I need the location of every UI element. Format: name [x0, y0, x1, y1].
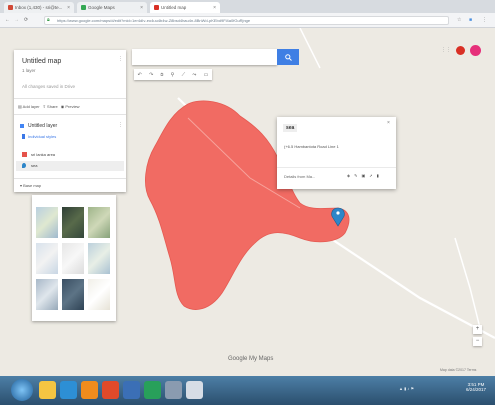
layer-name[interactable]: Untitled layer — [28, 123, 57, 129]
gmail-icon — [8, 5, 13, 10]
divider — [14, 98, 126, 99]
tab-label: Inbox (1,430) - sri@te... — [15, 5, 63, 10]
undo-icon[interactable]: ↶ — [138, 72, 142, 78]
close-icon[interactable]: × — [387, 120, 390, 126]
individual-styles-link[interactable]: Individual styles — [28, 134, 56, 139]
feature-coordinates: (+6.5 Hambantota Road Line 1 — [284, 144, 339, 149]
map-watermark: Google My Maps — [228, 356, 274, 362]
browser-tab-bar — [0, 0, 495, 13]
map-toolbar: ↶ ↷ ✋︎ ⚲ ⟋ ⤳ ▭ — [134, 69, 212, 80]
draw-line-icon[interactable]: ⟋ — [182, 72, 186, 78]
close-icon[interactable]: × — [213, 5, 216, 11]
more-options-icon[interactable]: ⋮ — [118, 56, 123, 62]
tab-label: Google Maps — [88, 5, 115, 10]
reload-icon[interactable]: ⟳ — [24, 17, 28, 23]
map-side-panel: Untitled map 1 layer All changes saved i… — [14, 50, 126, 192]
clock-date: 6/24/2017 — [465, 387, 487, 392]
browser-tab-inbox[interactable]: Inbox (1,430) - sri@te... × — [4, 2, 74, 13]
measure-icon[interactable]: ▭ — [204, 72, 209, 78]
paint-icon[interactable] — [186, 381, 203, 399]
add-marker-icon[interactable]: ⚲ — [171, 72, 175, 78]
internet-explorer-icon[interactable] — [60, 381, 77, 399]
polygon-item-icon — [22, 152, 27, 157]
browser-tab-google-maps[interactable]: Google Maps × — [77, 2, 147, 13]
divider — [277, 167, 396, 168]
base-map-thumb-whitewater[interactable] — [88, 279, 110, 310]
tab-label: Untitled map — [161, 5, 187, 10]
directions-icon[interactable]: ⤳ — [192, 72, 196, 78]
feature-title[interactable]: sea — [283, 124, 298, 132]
feature-info-popup: sea × (+6.5 Hambantota Road Line 1 Detai… — [277, 117, 396, 189]
layer-item[interactable]: sri lanka area — [31, 152, 55, 157]
url-field[interactable]: https://www.google.com/maps/d/edit?mid=1… — [44, 16, 449, 25]
base-map-thumb-satellite[interactable] — [62, 207, 84, 238]
base-map-thumb-light-political[interactable] — [36, 243, 58, 274]
details-link[interactable]: Details from Ma... — [284, 174, 315, 179]
word-icon[interactable] — [123, 381, 140, 399]
system-tray-icons[interactable]: ▲ ▮ ♪ ⚑ — [399, 386, 414, 391]
base-map-thumb-mono-city[interactable] — [62, 243, 84, 274]
base-map-thumb-dark-landmass[interactable] — [62, 279, 84, 310]
layer-options-icon[interactable]: ⋮ — [118, 122, 123, 128]
search-button[interactable] — [277, 49, 299, 65]
base-map-picker — [32, 195, 116, 321]
forward-icon[interactable]: → — [14, 17, 19, 23]
hand-pan-icon[interactable]: ✋︎ — [161, 72, 164, 78]
close-icon[interactable]: × — [140, 5, 143, 11]
edit-pencil-icon[interactable]: ✎ — [354, 173, 357, 178]
base-map-thumb-simple-atlas[interactable] — [88, 243, 110, 274]
zoom-out-button[interactable]: − — [473, 337, 482, 346]
panel-actions: ▤ Add layer ⇪ Share ◉ Preview — [18, 104, 80, 109]
start-button[interactable] — [11, 379, 33, 401]
star-icon[interactable]: ☆ — [457, 17, 461, 23]
back-icon[interactable]: ← — [5, 17, 10, 23]
road — [299, 28, 321, 69]
add-layer-button[interactable]: ▤ Add layer — [18, 104, 40, 109]
layer-checkbox[interactable] — [20, 124, 24, 128]
map-search-input[interactable] — [132, 49, 277, 65]
my-maps-icon — [154, 5, 159, 10]
map-title[interactable]: Untitled map — [22, 58, 61, 65]
style-icon — [22, 134, 25, 139]
layer-count: 1 layer — [22, 68, 36, 73]
redo-icon[interactable]: ↷ — [149, 72, 153, 78]
divider — [14, 114, 126, 115]
popup-actions: ◈ ✎ ▣ ➚ ▮ — [347, 173, 379, 178]
directions-icon[interactable]: ➚ — [369, 173, 372, 178]
close-icon[interactable]: × — [67, 5, 70, 11]
map-footer: Map data ©2017 Terms — [440, 368, 477, 372]
base-map-toggle[interactable]: ▾ Base map — [20, 183, 41, 188]
divider — [14, 178, 126, 179]
camera-icon[interactable]: ▣ — [361, 173, 365, 178]
file-explorer-icon[interactable] — [39, 381, 56, 399]
zoom-in-button[interactable]: + — [473, 325, 482, 334]
base-map-thumb-map[interactable] — [36, 207, 58, 238]
preview-button[interactable]: ◉ Preview — [61, 104, 80, 109]
style-paint-icon[interactable]: ◈ — [347, 173, 350, 178]
layer-item[interactable]: sea — [31, 163, 37, 168]
media-player-icon[interactable] — [81, 381, 98, 399]
base-map-thumb-terrain[interactable] — [88, 207, 110, 238]
save-status: All changes saved in Drive — [22, 84, 76, 89]
grid-apps-icon[interactable]: ⋮⋮ — [441, 47, 451, 53]
secure-lock-icon: 🔒︎ — [47, 17, 50, 23]
avatar[interactable] — [470, 45, 481, 56]
delete-icon[interactable]: ▮ — [377, 173, 379, 178]
browser-tab-untitled-map[interactable]: Untitled map × — [150, 2, 220, 13]
chrome-icon[interactable] — [102, 381, 119, 399]
extension-icon[interactable]: ■ — [469, 17, 472, 23]
app-icon[interactable] — [165, 381, 182, 399]
excel-icon[interactable] — [144, 381, 161, 399]
notifications-icon[interactable] — [456, 46, 465, 55]
search-icon — [284, 53, 292, 61]
clock[interactable]: 3:51 PM 6/24/2017 — [462, 382, 490, 392]
share-button[interactable]: ⇪ Share — [43, 104, 58, 109]
road — [454, 237, 481, 329]
marker-item-icon — [22, 163, 26, 168]
browser-menu-icon[interactable]: ⋮ — [482, 17, 487, 23]
base-map-thumb-light-landmass[interactable] — [36, 279, 58, 310]
maps-icon — [81, 5, 86, 10]
